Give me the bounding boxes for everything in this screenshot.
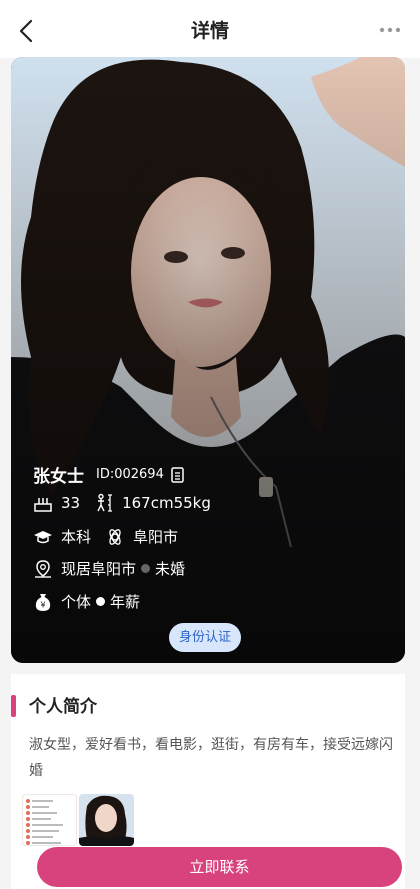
age-value: 33 — [61, 494, 81, 512]
graduation-cap-icon — [34, 530, 52, 543]
residence-row: 现居阜阳市 未婚 — [33, 558, 185, 579]
contact-now-button[interactable]: 立即联系 — [37, 847, 402, 887]
thumbnail-image — [79, 794, 134, 846]
info-sheet-image — [26, 799, 63, 845]
hometown-icon — [109, 528, 121, 545]
occupation-row: ¥ 个体 年薪 — [33, 591, 140, 612]
profile-name: 张女士 — [33, 467, 84, 487]
education-hometown-row: 本科 阜阳市 — [33, 526, 178, 547]
age-height-row: 33 167cm55kg — [33, 493, 211, 513]
profile-id: ID:002694 — [96, 467, 164, 482]
education-value: 本科 — [61, 528, 92, 546]
marital-status-value: 未婚 — [155, 560, 186, 578]
name-row: 张女士 ID:002694 — [33, 462, 186, 487]
occupation-value: 个体 — [61, 593, 92, 611]
separator-dot — [96, 597, 106, 606]
copy-id-icon[interactable] — [170, 466, 186, 484]
info-sheet-thumbnail[interactable] — [22, 794, 77, 846]
more-options-icon[interactable] — [372, 20, 408, 40]
residence-value: 现居阜阳市 — [61, 560, 137, 578]
page-title: 详情 — [190, 20, 229, 42]
profile-photo-card[interactable]: 张女士 ID:002694 33 167cm55kg 本科 阜阳市 现居阜阳市 … — [11, 57, 405, 663]
photo-thumbnail[interactable] — [79, 794, 134, 846]
height-weight-value: 167cm55kg — [122, 494, 211, 512]
money-bag-icon: ¥ — [35, 593, 51, 611]
separator-dot — [141, 564, 151, 573]
top-bar: 详情 — [0, 0, 420, 58]
svg-text:¥: ¥ — [40, 600, 45, 609]
location-icon — [35, 559, 51, 578]
hometown-value: 阜阳市 — [133, 528, 179, 546]
intro-section-title: 个人简介 — [29, 697, 97, 717]
cake-icon — [34, 498, 52, 512]
height-icon — [97, 493, 113, 512]
identity-verified-badge[interactable]: 身份认证 — [169, 623, 241, 652]
income-label: 年薪 — [110, 593, 141, 611]
section-accent-bar — [11, 695, 16, 717]
intro-text: 淑女型，爱好看书，看电影，逛街，有房有车，接受远嫁闪婚 — [29, 737, 393, 779]
